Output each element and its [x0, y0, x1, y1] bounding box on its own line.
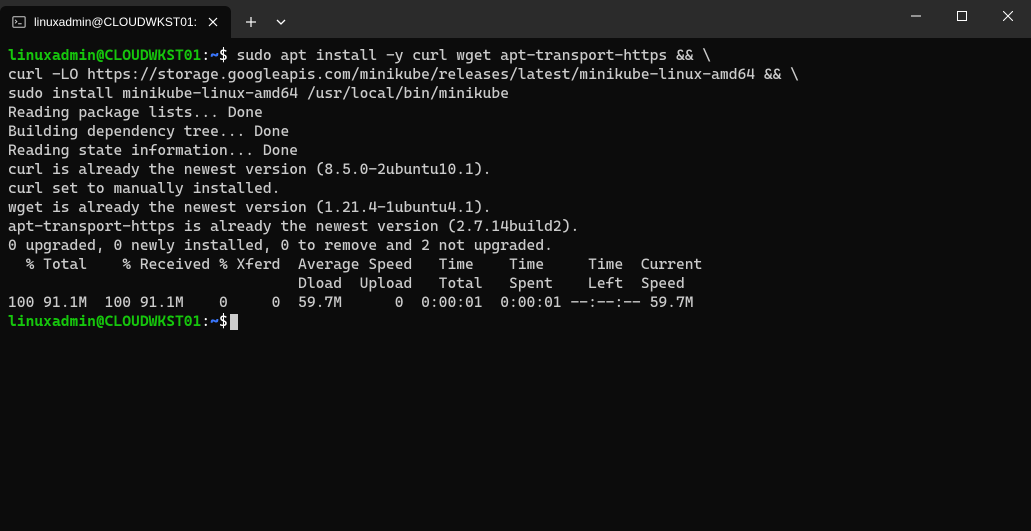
- prompt-dollar: $: [219, 46, 228, 64]
- prompt-colon: :: [201, 46, 210, 64]
- output-line: apt-transport-https is already the newes…: [8, 217, 579, 235]
- output-line: Reading state information... Done: [8, 141, 298, 159]
- minimize-button[interactable]: [893, 0, 939, 32]
- output-line: curl is already the newest version (8.5.…: [8, 160, 491, 178]
- output-line: % Total % Received % Xferd Average Speed…: [8, 255, 702, 273]
- prompt-user-host: linuxadmin@CLOUDWKST01: [8, 46, 201, 64]
- output-line: Reading package lists... Done: [8, 103, 263, 121]
- command-text: [228, 46, 237, 64]
- prompt-dollar: $: [219, 312, 228, 330]
- window-controls: [893, 0, 1031, 38]
- new-tab-button[interactable]: [235, 8, 267, 36]
- cursor: [230, 314, 238, 330]
- prompt-path: ~: [210, 312, 219, 330]
- command-line-3: sudo install minikube-linux-amd64 /usr/l…: [8, 84, 509, 102]
- maximize-button[interactable]: [939, 0, 985, 32]
- close-tab-button[interactable]: [205, 14, 221, 30]
- command-line-1: sudo apt install -y curl wget apt-transp…: [237, 46, 712, 64]
- titlebar: linuxadmin@CLOUDWKST01:: [0, 0, 1031, 38]
- output-line: Dload Upload Total Spent Left Speed: [8, 274, 685, 292]
- terminal-tab[interactable]: linuxadmin@CLOUDWKST01:: [0, 6, 231, 38]
- tab-dropdown-button[interactable]: [267, 8, 295, 36]
- output-line: wget is already the newest version (1.21…: [8, 198, 491, 216]
- tab-title: linuxadmin@CLOUDWKST01:: [34, 15, 197, 29]
- output-line: 100 91.1M 100 91.1M 0 0 59.7M 0 0:00:01 …: [8, 293, 694, 311]
- output-line: Building dependency tree... Done: [8, 122, 289, 140]
- output-line: 0 upgraded, 0 newly installed, 0 to remo…: [8, 236, 553, 254]
- tabs-area: linuxadmin@CLOUDWKST01:: [0, 0, 295, 38]
- output-line: curl set to manually installed.: [8, 179, 280, 197]
- prompt-colon: :: [201, 312, 210, 330]
- terminal-icon: [12, 15, 26, 29]
- command-line-2: curl -LO https://storage.googleapis.com/…: [8, 65, 799, 83]
- prompt-path: ~: [210, 46, 219, 64]
- prompt-user-host: linuxadmin@CLOUDWKST01: [8, 312, 201, 330]
- close-window-button[interactable]: [985, 0, 1031, 32]
- terminal-content[interactable]: linuxadmin@CLOUDWKST01:~$ sudo apt insta…: [0, 38, 1031, 339]
